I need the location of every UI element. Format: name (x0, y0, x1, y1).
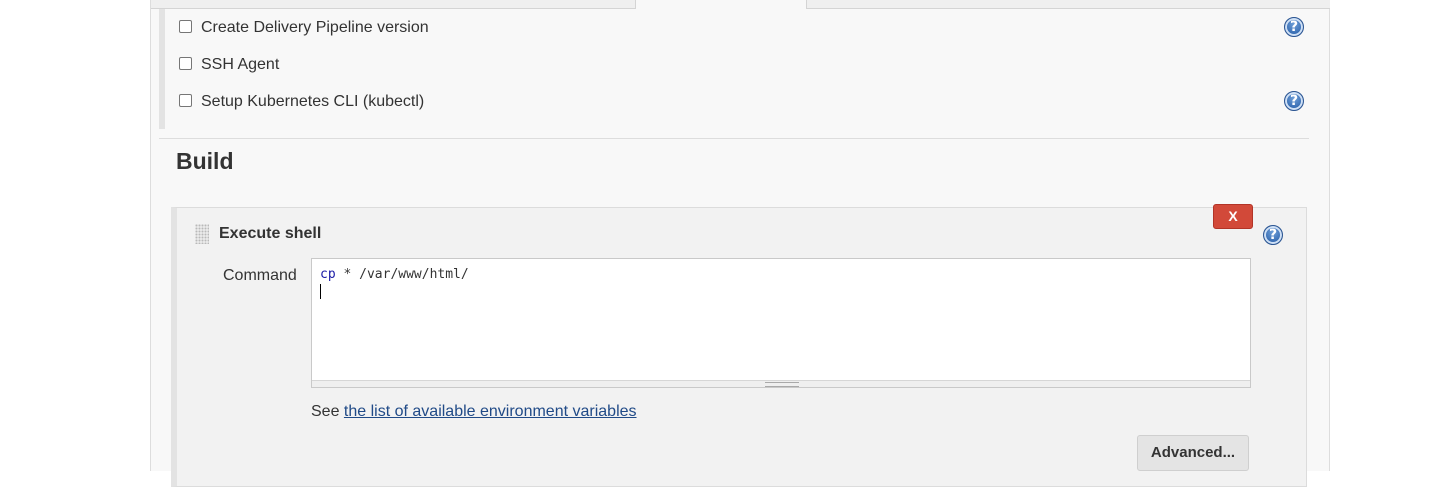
wrapper-kubectl[interactable]: Setup Kubernetes CLI (kubectl) (179, 91, 424, 113)
textarea-resize-handle[interactable] (312, 380, 1250, 387)
build-environment-section: Create Delivery Pipeline version ? SSH A… (159, 9, 1315, 129)
section-title-build: Build (176, 148, 234, 174)
delivery-pipeline-label: Create Delivery Pipeline version (201, 19, 429, 36)
wrapper-delivery-pipeline[interactable]: Create Delivery Pipeline version (179, 17, 429, 39)
resize-grip-icon[interactable] (765, 382, 799, 387)
env-vars-prefix: See (311, 403, 344, 420)
section-tabs (151, 0, 1330, 9)
tab-right[interactable] (806, 0, 1330, 9)
section-divider (159, 138, 1309, 139)
delivery-pipeline-checkbox[interactable] (179, 19, 192, 33)
command-textarea[interactable]: cp * /var/www/html/ (311, 258, 1251, 388)
command-text: cp * /var/www/html/ (320, 267, 469, 282)
kubectl-label: Setup Kubernetes CLI (kubectl) (201, 93, 425, 110)
delete-step-button[interactable]: X (1213, 204, 1253, 229)
command-args: * /var/www/html/ (335, 267, 469, 282)
wrapper-ssh-agent[interactable]: SSH Agent (179, 54, 279, 76)
tab-active[interactable] (636, 0, 806, 8)
help-icon[interactable]: ? (1263, 225, 1283, 245)
help-icon[interactable]: ? (1284, 17, 1304, 37)
tab-left[interactable] (151, 0, 636, 9)
job-config-page: Create Delivery Pipeline version ? SSH A… (150, 0, 1330, 487)
command-keyword: cp (320, 267, 336, 282)
help-icon[interactable]: ? (1284, 91, 1304, 111)
command-label: Command (223, 267, 297, 284)
env-vars-hint: See the list of available environment va… (311, 403, 637, 421)
text-caret (320, 284, 321, 299)
drag-handle-icon[interactable] (195, 224, 209, 244)
ssh-agent-label: SSH Agent (201, 56, 280, 73)
kubectl-checkbox[interactable] (179, 93, 192, 107)
advanced-button[interactable]: Advanced... (1137, 435, 1249, 471)
build-step-execute-shell: Execute shell X ? Command cp * /var/www/… (171, 204, 1307, 487)
ssh-agent-checkbox[interactable] (179, 56, 192, 70)
build-step-title: Execute shell (219, 225, 322, 242)
env-vars-link[interactable]: the list of available environment variab… (344, 403, 637, 420)
